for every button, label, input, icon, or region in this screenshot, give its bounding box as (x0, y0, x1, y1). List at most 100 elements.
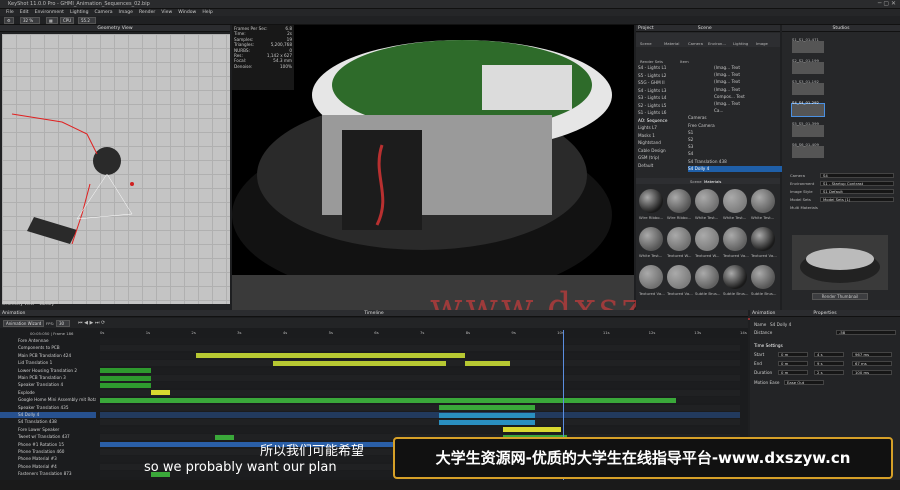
fps-field[interactable]: 30 (56, 320, 70, 327)
material-swatch[interactable] (639, 189, 663, 213)
material-swatch[interactable] (723, 265, 747, 289)
render-set-item[interactable]: Nightstand (638, 140, 678, 146)
timeline-track-label[interactable]: Phone #1 Rotation 15 (0, 442, 96, 448)
material-swatch[interactable] (723, 227, 747, 251)
tab-geometry-view[interactable]: Geometry View (2, 301, 34, 306)
timeline-clip[interactable] (151, 390, 171, 396)
render-set-item[interactable]: Masks 1 (638, 133, 678, 139)
tab-image[interactable]: Image (756, 41, 768, 46)
studio-field-value[interactable]: Model Sets (1) (820, 197, 894, 202)
material-swatch[interactable] (639, 227, 663, 251)
zoom-field[interactable]: 32 % (20, 17, 40, 24)
menu-environment[interactable]: Environment (35, 9, 64, 16)
material-swatch[interactable] (695, 265, 719, 289)
timeline-track-label[interactable]: Main PCB Translation 424 (0, 353, 96, 359)
motion-ease-select[interactable]: Ease Out (784, 380, 824, 385)
tab-lib-scene[interactable]: Scene (690, 179, 702, 184)
timeline-clip[interactable] (304, 353, 465, 359)
geometry-viewport[interactable] (2, 34, 230, 304)
render-set-item[interactable]: S5 - Lights L2 (638, 73, 678, 79)
timeline-track-label[interactable]: Explode (0, 390, 96, 396)
menu-file[interactable]: File (6, 9, 14, 16)
timeline-track-label[interactable]: Google Home Mini Assembly mit Rotatio... (0, 397, 96, 403)
cpu-toggle[interactable]: CPU (60, 17, 74, 24)
timeline-track-label[interactable]: Phone Translation 460 (0, 449, 96, 455)
timeline-clip[interactable] (503, 427, 561, 433)
render-set-item[interactable]: GSM (trip) (638, 155, 678, 161)
render-set-item[interactable]: S3 - Lights L4 (638, 95, 678, 101)
timeline-clip[interactable] (100, 368, 152, 374)
studio-thumb[interactable] (792, 146, 824, 158)
render-set-item[interactable]: S4 - Lights L3 (638, 88, 678, 94)
timeline-track-label[interactable]: Fore Antennae (0, 338, 96, 344)
studio-item-label[interactable]: S1_S1_01-471 (792, 37, 819, 42)
timeline-clip[interactable] (439, 419, 536, 425)
timeline-track-label[interactable]: Tweet w/ Translation 437 (0, 434, 96, 440)
time-seconds-field[interactable]: 2 s (814, 370, 844, 375)
value-field[interactable]: 55.2 (78, 17, 96, 24)
material-swatch[interactable] (667, 265, 691, 289)
studio-item-label[interactable]: S2_S2_01-199 (792, 58, 819, 63)
tab-material[interactable]: Material (664, 41, 679, 46)
studio-thumb[interactable] (792, 41, 824, 53)
tab-lighting[interactable]: Lighting (733, 41, 748, 46)
menu-window[interactable]: Window (178, 9, 196, 16)
tab-environment[interactable]: Environ... (708, 41, 726, 46)
material-swatch[interactable] (751, 265, 775, 289)
render-set-item[interactable]: S1 - Lights L6 (638, 110, 678, 116)
time-minutes-field[interactable]: 0 m (778, 361, 808, 366)
menu-image[interactable]: Image (119, 9, 133, 16)
studio-item-label[interactable]: S5_S5_01-399 (792, 121, 819, 126)
render-thumbnail-button[interactable]: Render Thumbnail (812, 293, 868, 300)
time-minutes-field[interactable]: 0 m (778, 352, 808, 357)
time-ms-field[interactable]: 100 ms (852, 370, 892, 375)
timeline-track-label[interactable]: Phone Material #3 (0, 456, 96, 462)
timeline-clip[interactable] (439, 412, 536, 418)
studio-item-label[interactable]: S3_S3_01-192 (792, 79, 819, 84)
studio-thumb[interactable] (791, 103, 825, 117)
studio-item-label[interactable]: S4_S4_01-292 (792, 100, 819, 105)
menu-view[interactable]: View (161, 9, 172, 16)
grid-icon[interactable]: ▦ (46, 17, 58, 24)
timeline-track-label[interactable]: S4 Dolly 4 (0, 412, 96, 418)
timeline-track-label[interactable]: Components to PCB (0, 345, 96, 351)
timeline-clip[interactable] (100, 397, 676, 403)
studio-field-value[interactable]: S1 - Startup Contrast (820, 181, 894, 186)
material-swatch[interactable] (751, 227, 775, 251)
timeline-clip[interactable] (100, 375, 152, 381)
material-swatch[interactable] (695, 189, 719, 213)
material-swatch[interactable] (695, 227, 719, 251)
timeline-clip[interactable] (215, 434, 235, 440)
window-controls[interactable]: ─ ▢ ✕ (878, 0, 896, 7)
timeline-clip[interactable] (464, 360, 510, 366)
studio-field-value[interactable]: S1 Default (820, 189, 894, 194)
studio-field-value[interactable]: S4 (820, 173, 894, 178)
render-set-item[interactable]: Cable Design (638, 148, 678, 154)
timeline-clip[interactable] (439, 405, 536, 411)
menu-render[interactable]: Render (139, 9, 155, 16)
render-set-item[interactable]: Lights L7 (638, 125, 678, 131)
studio-thumb[interactable] (792, 83, 824, 95)
tab-camera[interactable]: Camera (688, 41, 703, 46)
render-set-item[interactable]: AO: Sequence (638, 118, 678, 124)
timeline-track-label[interactable]: Lid Translation 1 (0, 360, 96, 366)
time-seconds-field[interactable]: 4 s (814, 352, 844, 357)
timeline-track-label[interactable]: Speaker Translation 435 (0, 405, 96, 411)
tab-scene[interactable]: Scene (640, 41, 652, 46)
time-seconds-field[interactable]: 9 s (814, 361, 844, 366)
timeline-track-label[interactable]: S4 Translation 438 (0, 419, 96, 425)
timeline-clip[interactable] (196, 353, 305, 359)
menu-help[interactable]: Help (202, 9, 212, 16)
studio-thumb[interactable] (792, 62, 824, 74)
timeline-track-label[interactable]: Fore Lower Speaker (0, 427, 96, 433)
render-set-item[interactable]: Default (638, 163, 678, 169)
animation-wizard-button[interactable]: Animation Wizard (3, 320, 45, 327)
render-set-item[interactable]: S2 - Lights L5 (638, 103, 678, 109)
playback-controls[interactable]: ⏮ ◀ ▶ ⏭ ⟳ (78, 320, 105, 326)
menu-lighting[interactable]: Lighting (70, 9, 89, 16)
timeline-track-label[interactable]: Speaker Translation 4 (0, 382, 96, 388)
timeline-track-label[interactable]: Main PCB Translation 3 (0, 375, 96, 381)
gear-icon[interactable]: ⚙ (4, 17, 14, 24)
studio-item-label[interactable]: S6_S6_01-409 (792, 142, 819, 147)
render-set-item[interactable]: S4 - Lights L1 (638, 65, 678, 71)
